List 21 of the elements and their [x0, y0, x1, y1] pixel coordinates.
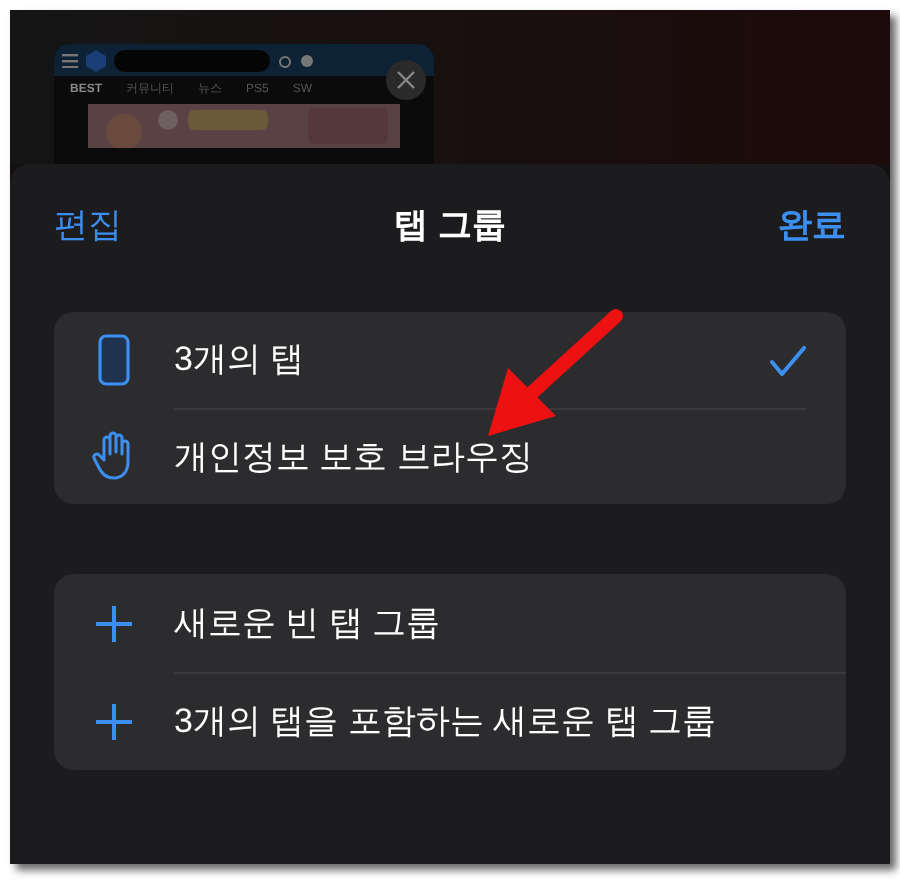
menu-icon: [62, 53, 78, 67]
tab-group-row[interactable]: 3개의 탭: [54, 312, 846, 408]
new-group-row[interactable]: 3개의 탭을 포함하는 새로운 탭 그룹: [54, 672, 846, 770]
new-group-row[interactable]: 새로운 빈 탭 그룹: [54, 574, 846, 672]
edit-button[interactable]: 편집: [54, 200, 122, 252]
settings-icon: [300, 53, 314, 67]
close-button[interactable]: [386, 60, 426, 100]
done-button[interactable]: 완료: [777, 200, 846, 252]
row-label: 3개의 탭을 포함하는 새로운 탭 그룹: [174, 700, 717, 745]
plus-icon: [94, 603, 134, 643]
close-icon: [396, 70, 416, 90]
logo-icon: [86, 49, 106, 71]
phone-icon: [98, 334, 130, 386]
row-label: 3개의 탭: [174, 338, 305, 383]
hand-icon: [92, 430, 136, 482]
sheet-title: 탭 그룹: [394, 204, 506, 249]
row-label: 새로운 빈 탭 그룹: [174, 601, 441, 646]
checkmark-icon: [770, 345, 806, 375]
plus-icon: [94, 701, 134, 741]
row-label: 개인정보 보호 브라우징: [174, 435, 533, 480]
power-icon: [278, 53, 292, 67]
